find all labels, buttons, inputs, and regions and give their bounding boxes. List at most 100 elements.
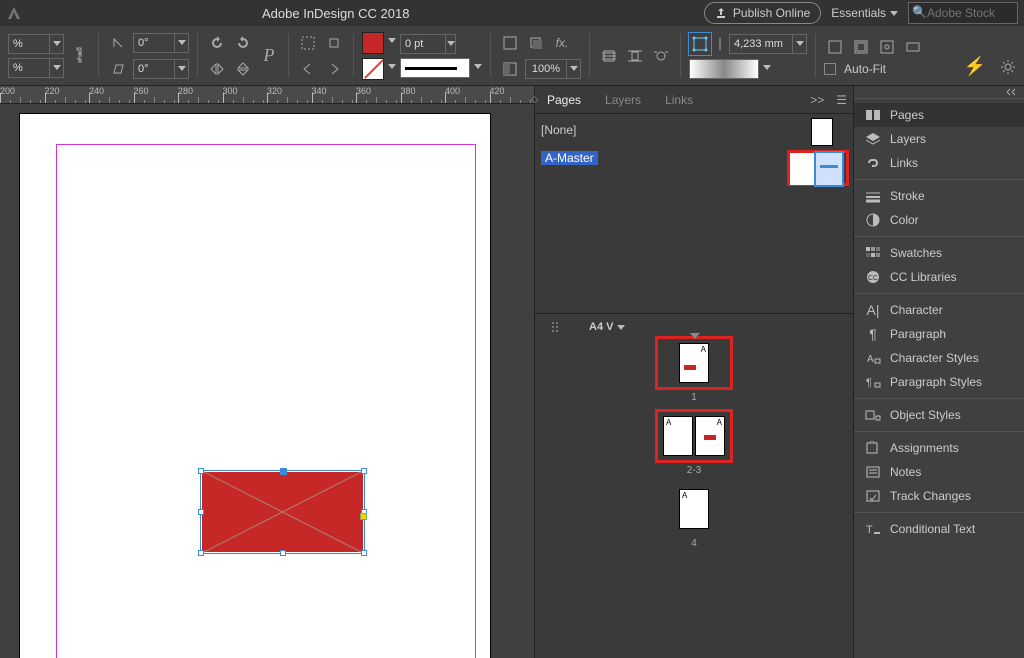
center-content-icon[interactable] (876, 36, 898, 58)
panel-collapse-icon[interactable]: >> (810, 93, 824, 107)
shear-field[interactable] (133, 59, 189, 79)
live-corner-handle[interactable] (360, 513, 367, 520)
rotate-cw-icon[interactable] (232, 32, 254, 54)
wrap-bb-icon[interactable] (624, 45, 646, 67)
insertion-marker-icon (690, 333, 700, 339)
panel-paragraph[interactable]: ¶Paragraph (854, 322, 1024, 346)
stroke-style[interactable] (400, 58, 470, 78)
bounds-icon[interactable] (689, 33, 711, 55)
tab-pages[interactable]: Pages (541, 87, 587, 113)
handle-ne[interactable] (361, 468, 367, 474)
transform-point-icon[interactable]: P (258, 45, 280, 67)
handle-sw[interactable] (198, 550, 204, 556)
panel-assignments[interactable]: Assignments (854, 436, 1024, 460)
panel-stroke[interactable]: Stroke (854, 184, 1024, 208)
workspace-switcher[interactable]: Essentials (831, 6, 898, 20)
resize-grip-icon[interactable] (551, 320, 559, 334)
app-logo-icon (6, 5, 22, 21)
panel-swatches[interactable]: Swatches (854, 241, 1024, 265)
layers-icon (864, 132, 882, 146)
handle-w[interactable] (198, 509, 204, 515)
master-right-page[interactable] (816, 153, 842, 185)
select-next-icon[interactable] (323, 58, 345, 80)
handle-s[interactable] (280, 550, 286, 556)
fx-icon[interactable]: fx. (551, 32, 573, 54)
stroke-swatch-none[interactable] (362, 58, 384, 80)
page-2-thumb[interactable]: A (663, 416, 693, 456)
wrap-shape-icon[interactable] (650, 45, 672, 67)
panel-character[interactable]: A|Character (854, 298, 1024, 322)
wrap-none-icon[interactable] (598, 45, 620, 67)
stroke-weight-field[interactable] (400, 34, 456, 54)
fill-swatch[interactable] (362, 32, 384, 54)
select-content-icon[interactable] (323, 32, 345, 54)
paragraph-icon: ¶ (864, 327, 882, 341)
tab-layers[interactable]: Layers (599, 87, 647, 113)
fit-frame-icon[interactable] (850, 36, 872, 58)
assign-icon (864, 441, 882, 455)
rotation-handle[interactable] (280, 468, 287, 475)
page-3-thumb[interactable]: A (695, 416, 725, 456)
panel-paragraph-styles[interactable]: ¶Paragraph Styles (854, 370, 1024, 394)
right-panel-column: PagesLayersLinks StrokeColor SwatchesCCCC … (854, 86, 1024, 658)
panel-links[interactable]: Links (854, 151, 1024, 175)
panel-pages[interactable]: Pages (854, 103, 1024, 127)
publish-online-button[interactable]: Publish Online (704, 2, 821, 24)
dim-link-icon[interactable] (715, 36, 725, 52)
page-size-dropdown[interactable]: A4 V (589, 321, 625, 333)
panel-track-changes[interactable]: Track Changes (854, 484, 1024, 508)
handle-se[interactable] (361, 550, 367, 556)
select-prev-icon[interactable] (297, 58, 319, 80)
panel-character-styles[interactable]: ACharacter Styles (854, 346, 1024, 370)
drop-shadow-icon[interactable] (525, 32, 547, 54)
y-scale-field[interactable] (8, 58, 64, 78)
panel-menu-icon[interactable]: ☰ (836, 93, 847, 107)
panel-cc-libraries[interactable]: CCCC Libraries (854, 265, 1024, 289)
app-title: Adobe InDesign CC 2018 (262, 6, 409, 21)
tab-links[interactable]: Links (659, 87, 699, 113)
condtext-icon: T (864, 522, 882, 536)
publish-label: Publish Online (733, 6, 810, 20)
opacity-icon[interactable] (499, 58, 521, 80)
none-master-thumb[interactable] (811, 118, 833, 146)
rotate-ccw-icon[interactable] (206, 32, 228, 54)
rotation-field[interactable] (133, 33, 189, 53)
master-left-page[interactable] (790, 153, 816, 185)
page-1-thumb[interactable]: A (679, 343, 709, 383)
handle-nw[interactable] (198, 468, 204, 474)
fit-prop-icon[interactable] (902, 36, 924, 58)
x-scale-field[interactable] (8, 34, 64, 54)
parastyles-icon: ¶ (864, 375, 882, 389)
fit-content-icon[interactable] (824, 36, 846, 58)
autofit-toggle[interactable]: Auto-Fit (824, 62, 924, 76)
pages-panel: Pages Layers Links >> ☰ [None] A-Master … (534, 86, 854, 658)
panel-color[interactable]: Color (854, 208, 1024, 232)
expand-panels-icon[interactable] (1006, 88, 1018, 96)
none-master[interactable]: [None] (541, 123, 576, 137)
svg-text:CC: CC (868, 275, 878, 282)
panel-object-styles[interactable]: Object Styles (854, 403, 1024, 427)
page-4-thumb[interactable]: A (679, 489, 709, 529)
doc-pages-list: A4 V A 1 A A 2-3 A 4 (535, 314, 853, 658)
selected-frame[interactable] (200, 470, 365, 554)
flip-h-icon[interactable] (206, 58, 228, 80)
gpu-icon[interactable]: ⚡ (964, 56, 986, 77)
flip-v-icon[interactable] (232, 58, 254, 80)
panel-layers[interactable]: Layers (854, 127, 1024, 151)
spread-2-3-label: 2-3 (541, 465, 847, 476)
upload-icon (715, 7, 727, 19)
canvas-area[interactable]: 200 220 240 260 280 300 320 340 360 380 … (0, 86, 534, 658)
select-container-icon[interactable] (297, 32, 319, 54)
zoom-field[interactable] (525, 59, 581, 79)
corner-options-icon[interactable] (499, 32, 521, 54)
panel-conditional-text[interactable]: TConditional Text (854, 517, 1024, 541)
settings-gear-icon[interactable] (1000, 59, 1016, 75)
panel-notes[interactable]: Notes (854, 460, 1024, 484)
rotate-angle-icon (107, 32, 129, 54)
gradient-swatch[interactable] (689, 59, 759, 79)
a-master[interactable]: A-Master (541, 151, 598, 165)
color-icon (864, 213, 882, 227)
document-page[interactable] (20, 114, 490, 658)
link-proportions-icon[interactable] (68, 45, 90, 67)
dimension-field[interactable] (729, 34, 807, 54)
